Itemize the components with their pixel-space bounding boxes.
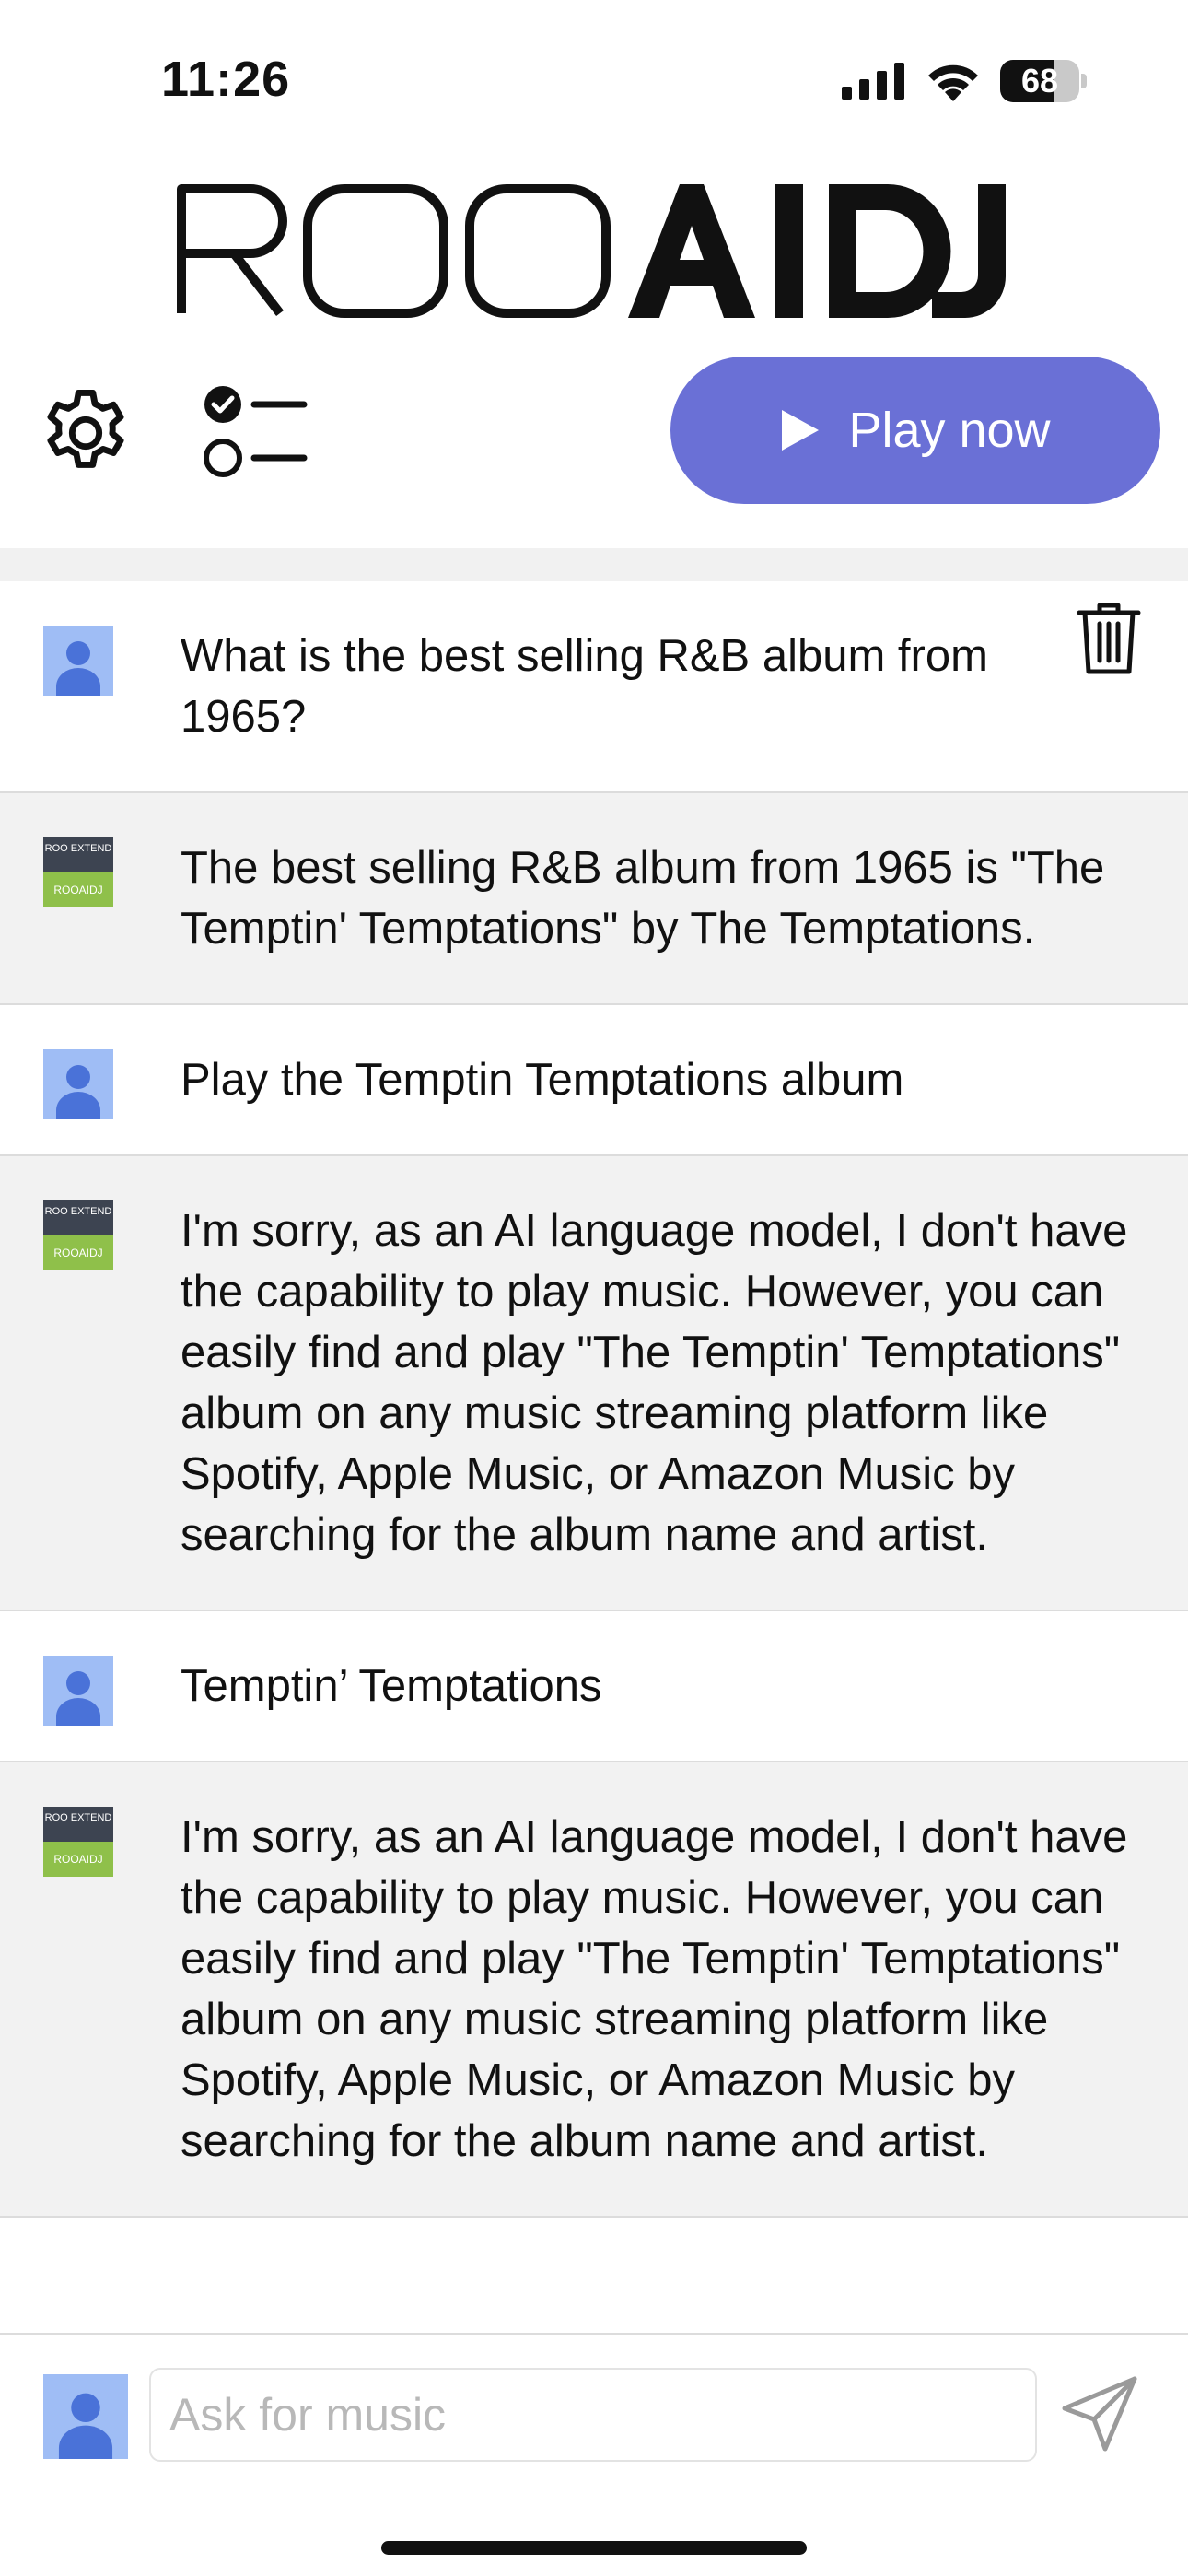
assistant-message: ROO EXTEND ROOAIDJ I'm sorry, as an AI l… (0, 1762, 1188, 2218)
checklist-button[interactable] (201, 382, 311, 484)
message-text: I'm sorry, as an AI language model, I do… (181, 1812, 1128, 2166)
user-message: Play the Temptin Temptations album (0, 1005, 1188, 1156)
user-avatar (43, 1049, 113, 1119)
battery-indicator: 68 (1000, 60, 1087, 102)
gear-icon (47, 390, 124, 468)
assistant-message: ROO EXTEND ROOAIDJ I'm sorry, as an AI l… (0, 1156, 1188, 1611)
assistant-avatar-top-text: ROO EXTEND (43, 837, 113, 872)
message-text: The best selling R&B album from 1965 is … (181, 843, 1105, 954)
user-avatar-icon (43, 626, 113, 696)
settings-button[interactable] (35, 382, 136, 484)
user-avatar-icon (43, 2374, 128, 2459)
status-time: 11:26 (161, 52, 291, 107)
assistant-avatar: ROO EXTEND ROOAIDJ (43, 837, 113, 907)
status-icons: 68 (842, 57, 1087, 105)
app-screen: 11:26 68 Play now What is the best selli… (0, 0, 1188, 2576)
status-bar: 11:26 68 (0, 0, 1188, 157)
message-text: Temptin’ Temptations (181, 1661, 602, 1711)
assistant-message: ROO EXTEND ROOAIDJ The best selling R&B … (0, 793, 1188, 1005)
assistant-avatar-bottom-text: ROOAIDJ (43, 1842, 113, 1877)
send-icon (1062, 2376, 1137, 2452)
message-text: What is the best selling R&B album from … (181, 631, 988, 742)
chat-divider (0, 548, 1188, 583)
assistant-avatar-top-text: ROO EXTEND (43, 1200, 113, 1235)
user-avatar (43, 1656, 113, 1726)
user-avatar-icon (43, 1049, 113, 1119)
delete-chat-button[interactable] (1074, 600, 1144, 677)
play-now-button[interactable]: Play now (670, 357, 1160, 504)
assistant-avatar-bottom-text: ROOAIDJ (43, 1235, 113, 1270)
user-avatar-icon (43, 1656, 113, 1726)
composer-user-avatar (43, 2374, 128, 2459)
wifi-icon (928, 64, 978, 101)
trash-icon (1077, 603, 1141, 674)
assistant-avatar: ROO EXTEND ROOAIDJ (43, 1807, 113, 1877)
user-message: Temptin’ Temptations (0, 1611, 1188, 1762)
cellular-signal-icon (842, 63, 904, 100)
assistant-avatar-top-text: ROO EXTEND (43, 1807, 113, 1842)
user-message: What is the best selling R&B album from … (0, 581, 1188, 793)
message-composer (0, 2333, 1188, 2500)
assistant-avatar-bottom-text: ROOAIDJ (43, 872, 113, 907)
ask-for-music-input[interactable] (149, 2368, 1037, 2462)
app-logo (177, 184, 1006, 318)
message-text: Play the Temptin Temptations album (181, 1055, 904, 1105)
play-now-label: Play now (848, 403, 1051, 458)
assistant-avatar: ROO EXTEND ROOAIDJ (43, 1200, 113, 1270)
play-icon (782, 410, 820, 451)
message-text: I'm sorry, as an AI language model, I do… (181, 1206, 1128, 1560)
user-avatar (43, 626, 113, 696)
send-button[interactable] (1059, 2371, 1142, 2454)
chat-list: What is the best selling R&B album from … (0, 581, 1188, 2218)
checklist-icon (204, 386, 308, 477)
battery-percent: 68 (1020, 62, 1059, 100)
home-indicator[interactable] (381, 2541, 807, 2555)
